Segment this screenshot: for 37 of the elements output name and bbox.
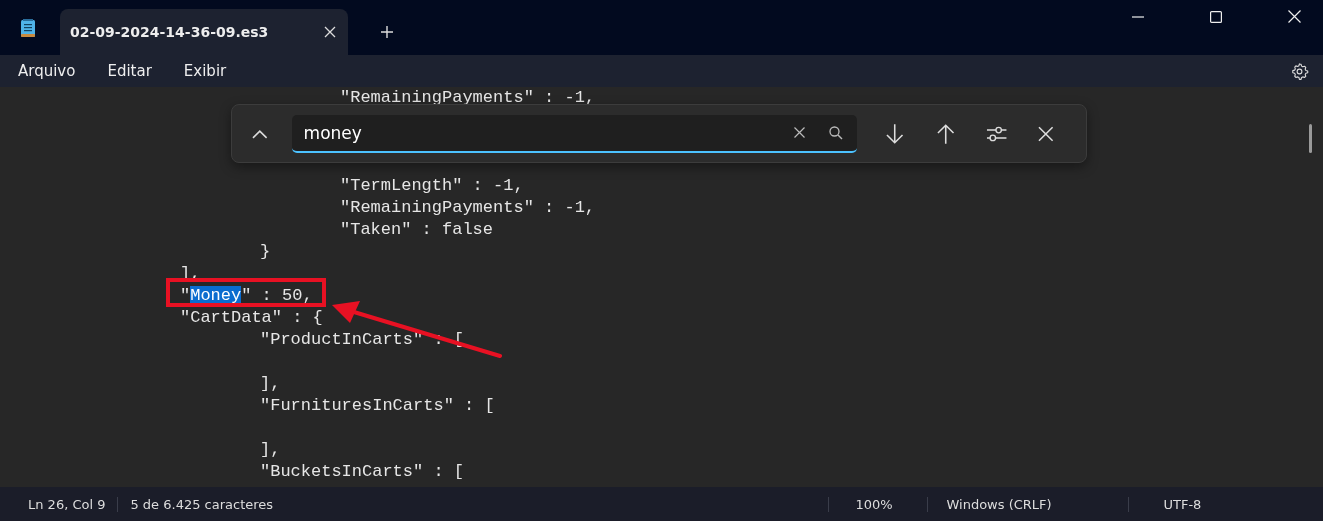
file-tab[interactable]: 02-09-2024-14-36-09.es3 (60, 9, 348, 55)
code-line: "FurnituresInCarts" : [ (260, 395, 495, 417)
code-line: "TermLength" : -1, (340, 175, 524, 197)
code-line: "BucketsInCarts" : [ (260, 461, 465, 483)
options-icon[interactable] (986, 124, 1008, 143)
new-tab-icon[interactable] (380, 25, 394, 39)
chevron-up-icon[interactable] (252, 128, 268, 139)
search-input[interactable]: money (303, 122, 771, 143)
code-line: ], (260, 373, 281, 395)
menu-item[interactable]: Arquivo (6, 58, 88, 84)
status-item: Windows (CRLF) (927, 496, 1129, 512)
scrollbar-thumb[interactable] (1309, 124, 1312, 153)
close-find-icon[interactable] (1038, 125, 1054, 142)
status-item: 100% (828, 496, 928, 512)
code-line: ], (260, 439, 281, 461)
settings-icon[interactable] (1290, 61, 1309, 81)
close-tab-icon[interactable] (324, 26, 336, 38)
close-icon[interactable] (1288, 10, 1301, 23)
status-item: 5 de 6.425 caracteres (117, 496, 829, 512)
code-line: "Money" : 50, (180, 285, 313, 307)
search-field[interactable]: money (291, 114, 858, 153)
status-item: UTF-8 (1128, 496, 1214, 512)
arrow-down-icon[interactable] (885, 122, 905, 145)
notepad-icon (20, 18, 36, 38)
code-line: "RemainingPayments" : -1, (340, 87, 596, 109)
menu-item[interactable]: Editar (95, 58, 164, 84)
code-line: "RemainingPayments" : -1, (340, 197, 596, 219)
arrow-up-icon[interactable] (935, 122, 955, 145)
maximize-icon[interactable] (1210, 11, 1222, 23)
code-line: "CartData" : { (180, 307, 323, 329)
status-item: Ln 26, Col 9 (27, 496, 107, 512)
menu-item[interactable]: Exibir (171, 58, 239, 84)
code-line: "Taken" : false (340, 219, 494, 241)
clear-icon[interactable] (794, 127, 806, 138)
tab-title: 02-09-2024-14-36-09.es3 (70, 24, 269, 40)
search-icon[interactable] (829, 125, 844, 140)
code-line: } (260, 241, 271, 263)
